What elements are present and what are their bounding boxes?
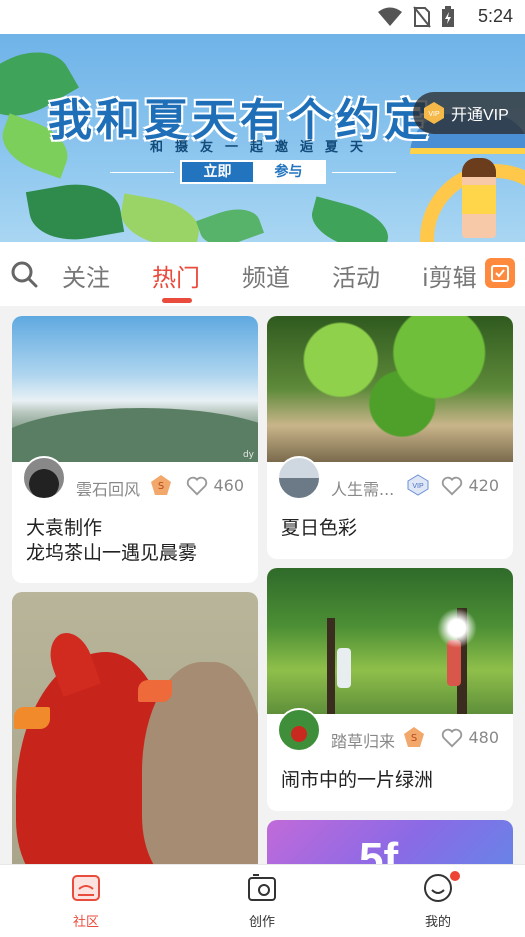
leaf-decoration <box>195 200 265 242</box>
card-title: 大袁制作 龙坞茶山一遇见晨雾 <box>12 508 258 566</box>
banner-subtitle: 和摄友一起邀逅夏天 <box>150 140 376 155</box>
level-badge-icon: S <box>151 475 171 495</box>
sun-glare <box>437 608 477 648</box>
leaf-decoration <box>25 176 125 242</box>
heart-icon[interactable] <box>441 728 463 748</box>
avatar[interactable] <box>277 456 321 500</box>
community-icon <box>72 875 100 901</box>
tab-activities[interactable]: 活动 <box>332 258 380 293</box>
nav-label: 社区 <box>72 915 99 930</box>
promo-banner[interactable]: 我和夏天有个约定 和摄友一起邀逅夏天 立即 参与 VIP 开通VIP <box>0 34 525 242</box>
nav-label: 我的 <box>424 915 451 930</box>
tab-iclip[interactable]: i剪辑 <box>422 258 484 293</box>
card-photo[interactable] <box>12 592 258 864</box>
photo-card[interactable]: 踏草归来 S 480 闹市中的一片绿洲 <box>267 568 513 811</box>
card-meta: 雲石回风 S 460 <box>12 456 258 508</box>
bottom-nav: 社区 创作 我的 <box>0 864 525 937</box>
card-photo[interactable] <box>267 568 513 714</box>
girl-illustration <box>462 158 496 238</box>
card-photo[interactable] <box>267 316 513 462</box>
tab-following[interactable]: 关注 <box>62 258 110 293</box>
banner-line-left <box>110 172 174 173</box>
vip-label: 开通VIP <box>451 107 509 124</box>
search-icon[interactable] <box>10 260 38 288</box>
card-title: 夏日色彩 <box>267 508 513 541</box>
status-time: 5:24 <box>477 6 513 26</box>
mountain-shape <box>12 408 258 462</box>
cta-right-label: 参与 <box>253 162 324 182</box>
photo-card[interactable]: dy 雲石回风 S 460 大袁制作 龙坞茶山一遇见晨雾 <box>12 316 258 583</box>
author-name[interactable]: 人生需... <box>331 476 394 500</box>
card-title-line: 闹市中的一片绿洲 <box>281 769 434 791</box>
tab-hot[interactable]: 热门 <box>152 258 200 293</box>
card-meta: 人生需... VIP 420 <box>267 456 513 508</box>
camera-icon <box>248 874 276 901</box>
heart-icon[interactable] <box>186 476 208 496</box>
vip-badge-text: VIP <box>412 483 424 490</box>
cardinal-beak <box>14 707 50 729</box>
wifi-icon <box>378 7 402 26</box>
open-vip-button[interactable]: VIP 开通VIP <box>413 92 525 134</box>
avatar[interactable] <box>277 708 321 752</box>
card-meta: 踏草归来 S 480 <box>267 708 513 760</box>
card-photo[interactable]: dy <box>12 316 258 462</box>
status-icons <box>377 6 455 28</box>
vip-crown-icon: VIP <box>424 102 444 124</box>
photo-card[interactable]: 人生需... VIP 420 夏日色彩 <box>267 316 513 559</box>
like-count: 420 <box>468 476 499 495</box>
hiker-figure <box>337 648 351 688</box>
card-title-line: 夏日色彩 <box>281 517 358 539</box>
nav-create[interactable]: 创作 <box>222 873 302 930</box>
cta-left-label: 立即 <box>182 162 253 182</box>
vip-icon-text: VIP <box>428 111 440 118</box>
card-title: 闹市中的一片绿洲 <box>267 760 513 793</box>
status-bar: 5:24 <box>0 0 525 34</box>
active-tab-indicator <box>162 298 192 303</box>
avatar[interactable] <box>22 456 66 500</box>
leaf-decoration <box>116 193 204 242</box>
nav-community[interactable]: 社区 <box>46 873 126 930</box>
no-sim-icon <box>413 6 431 28</box>
svg-text:S: S <box>411 733 417 744</box>
vip-badge-icon: VIP <box>407 474 429 496</box>
join-now-button[interactable]: 立即 参与 <box>180 160 326 184</box>
battery-charging-icon <box>442 6 454 27</box>
banner-line-right <box>332 172 396 173</box>
svg-text:S: S <box>158 481 164 492</box>
like-count: 480 <box>468 728 499 747</box>
like-count: 460 <box>213 476 244 495</box>
nav-profile[interactable]: 我的 <box>398 871 478 930</box>
card-title-line: 大袁制作 <box>26 517 103 539</box>
author-name[interactable]: 踏草归来 <box>331 728 395 752</box>
nav-label: 创作 <box>248 915 275 930</box>
feed-tab-bar: 关注 热门 频道 活动 i剪辑 <box>0 242 525 306</box>
level-badge-icon: S <box>404 727 424 747</box>
smiley-icon <box>424 874 452 902</box>
notification-dot <box>450 871 460 881</box>
checklist-icon[interactable] <box>485 258 515 288</box>
card-photo[interactable]: 5f <box>267 820 513 864</box>
photo-card[interactable]: 5f <box>267 820 513 864</box>
heart-icon[interactable] <box>441 476 463 496</box>
partial-banner-text: 5f <box>359 834 399 864</box>
author-name[interactable]: 雲石回风 <box>76 476 140 500</box>
leaf-decoration <box>306 196 394 242</box>
card-title-line: 龙坞茶山一遇见晨雾 <box>26 542 198 564</box>
tab-channels[interactable]: 频道 <box>242 258 290 293</box>
photo-card[interactable] <box>12 592 258 864</box>
cardinal-female-beak <box>138 680 172 702</box>
watermark: dy <box>242 450 254 460</box>
photo-feed: dy 雲石回风 S 460 大袁制作 龙坞茶山一遇见晨雾 人生需... VIP … <box>0 306 525 864</box>
tree-trunk <box>327 618 335 714</box>
